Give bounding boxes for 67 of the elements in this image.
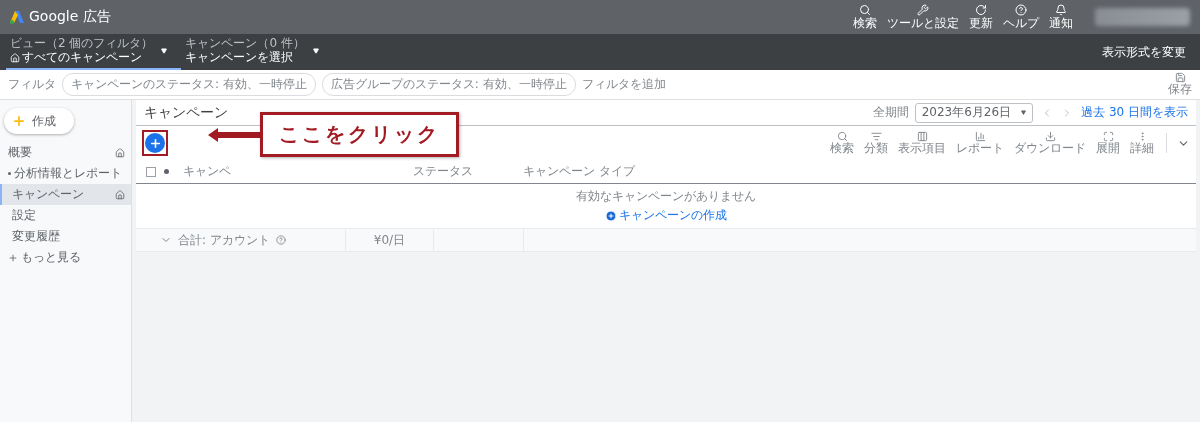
columns-icon [916, 130, 928, 142]
add-filter-link[interactable]: フィルタを追加 [581, 76, 666, 93]
empty-message: 有効なキャンペーンがありません [576, 188, 756, 205]
help-icon [275, 235, 286, 245]
sidebar-item[interactable]: 変更履歴 [0, 226, 131, 247]
plus-icon [148, 136, 162, 150]
sidebar-item[interactable]: キャンペーン [0, 184, 131, 205]
column-header: ステータス [413, 163, 474, 180]
status-dot-icon [164, 169, 169, 174]
download-icon [1044, 130, 1056, 142]
expand-icon [1102, 130, 1114, 142]
total-label: 合計: アカウント [178, 231, 270, 249]
page-title: キャンペーン [144, 103, 228, 122]
save-icon [1174, 72, 1186, 84]
column-header: キャンペーン タイプ [523, 163, 635, 180]
sidebar-item[interactable]: 分析情報とレポート [0, 163, 131, 184]
budget-cell: ¥0/日 [373, 231, 406, 249]
toolbar-button[interactable]: 展開 [1094, 130, 1122, 156]
sidebar-item[interactable]: 概要 [0, 142, 131, 163]
create-button[interactable]: 作成 [4, 108, 74, 134]
display-link[interactable]: 表示形式を変更 [1102, 43, 1186, 61]
search-icon [836, 130, 848, 142]
date-label: 全期間 [872, 104, 909, 121]
create-campaign-link[interactable]: キャンペーンの作成 [605, 207, 727, 224]
app-bar-button[interactable]: ツールと設定 [887, 3, 959, 31]
filter-chip[interactable]: 広告グループのステータス: 有効、一時停止 [321, 73, 576, 96]
last-30-days-link[interactable]: 過去 30 日間を表示 [1081, 104, 1188, 121]
pointer-arrow [208, 127, 260, 142]
toolbar-button[interactable]: 詳細 [1128, 130, 1156, 156]
search-icon [859, 3, 871, 16]
app-bar-button[interactable]: ヘルプ [1003, 3, 1039, 31]
wrench-icon [917, 3, 929, 16]
plus-icon [8, 252, 18, 263]
sidebar-item[interactable]: もっと見る [0, 247, 131, 268]
dropdown-icon [161, 48, 168, 54]
filter-chip[interactable]: キャンペーンのステータス: 有効、一時停止 [62, 73, 316, 96]
column-header: キャンペ [183, 163, 232, 180]
dropdown-icon [312, 48, 319, 54]
toolbar-button[interactable]: 分類 [862, 130, 890, 156]
toolbar-button[interactable]: ダウンロード [1012, 130, 1088, 156]
plus-icon [605, 209, 617, 222]
home-icon [115, 189, 125, 200]
help-icon [1015, 3, 1027, 16]
app-bar-button[interactable]: 更新 [969, 3, 993, 31]
home-icon [10, 52, 20, 63]
lines-icon [870, 130, 882, 142]
toolbar-button[interactable]: 検索 [828, 130, 856, 156]
app-bar-button[interactable]: 通知 [1049, 3, 1073, 31]
bullet-icon [8, 172, 11, 175]
toolbar-button[interactable]: 表示項目 [896, 130, 948, 156]
bell-icon [1055, 3, 1067, 16]
filter-label: フィルタ [8, 76, 56, 93]
app-bar-button[interactable]: 検索 [853, 3, 877, 31]
refresh-icon [975, 3, 987, 16]
plus-icon [12, 114, 26, 128]
logo-icon [10, 10, 24, 24]
select-all-checkbox[interactable] [146, 166, 156, 177]
callout-text: ここをクリック [260, 112, 459, 157]
toolbar-button[interactable]: レポート [954, 130, 1006, 156]
view-picker[interactable]: キャンペーン（0 件） キャンペーンを選択 [181, 34, 333, 70]
dropdown-icon [1021, 110, 1027, 115]
chart-icon [974, 130, 986, 142]
home-icon [115, 147, 125, 158]
date-picker[interactable]: 2023年6月26日 [914, 102, 1034, 123]
sidebar-item[interactable]: 設定 [0, 205, 131, 226]
save-button[interactable]: 保存 [1168, 72, 1192, 97]
app-title: Google 広告 [29, 8, 111, 26]
